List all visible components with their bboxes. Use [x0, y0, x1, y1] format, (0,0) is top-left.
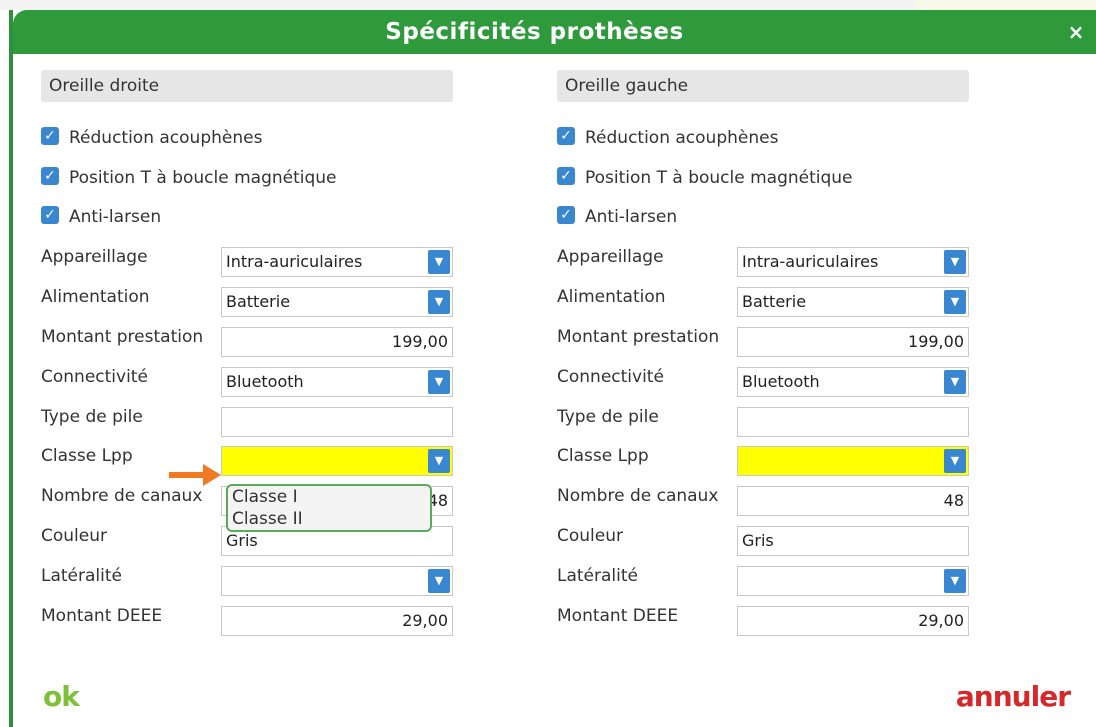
input-montant-prestation[interactable]: 199,00	[221, 327, 453, 357]
chevron-down-icon[interactable]: ▼	[428, 250, 450, 274]
label-lateralite: Latéralité	[557, 566, 638, 586]
checkbox-row-tinnitus[interactable]: ✓ Réduction acouphènes	[557, 126, 778, 150]
cancel-button[interactable]: annuler	[956, 680, 1071, 713]
chevron-down-icon[interactable]: ▼	[944, 569, 966, 593]
left-ear-header: Oreille gauche	[557, 70, 969, 102]
select-alimentation[interactable]: Batterie ▼	[737, 287, 969, 317]
chevron-down-icon[interactable]: ▼	[428, 449, 450, 473]
label-montant-prestation: Montant prestation	[41, 327, 204, 347]
checkbox-label: Anti-larsen	[585, 207, 678, 227]
checkbox-row-tcoil[interactable]: ✓ Position T à boucle magnétique	[41, 166, 337, 190]
input-montant-prestation[interactable]: 199,00	[737, 327, 969, 357]
checkmark-icon[interactable]: ✓	[41, 127, 59, 145]
label-classe-lpp: Classe Lpp	[557, 446, 649, 466]
select-classe-lpp[interactable]: ▼	[737, 446, 969, 476]
checkbox-row-tinnitus[interactable]: ✓ Réduction acouphènes	[41, 126, 262, 150]
label-alimentation: Alimentation	[41, 287, 150, 307]
checkbox-label: Réduction acouphènes	[585, 128, 779, 148]
select-lateralite[interactable]: ▼	[221, 566, 453, 596]
dropdown-option-classe-1[interactable]: Classe I	[232, 486, 430, 508]
label-montant-deee: Montant DEEE	[41, 606, 163, 626]
prosthesis-specifics-dialog: Spécificités prothèses × Oreille droite …	[9, 10, 1096, 727]
checkbox-label: Réduction acouphènes	[69, 128, 263, 148]
checkbox-label: Position T à boucle magnétique	[585, 168, 853, 188]
label-appareillage: Appareillage	[557, 247, 664, 267]
select-connectivite[interactable]: Bluetooth ▼	[737, 367, 969, 397]
orange-arrow-icon	[169, 464, 221, 486]
checkmark-icon[interactable]: ✓	[557, 206, 575, 224]
input-montant-deee[interactable]: 29,00	[737, 606, 969, 636]
input-type-pile[interactable]	[737, 407, 969, 437]
close-icon[interactable]: ×	[1062, 10, 1090, 54]
label-type-pile: Type de pile	[41, 407, 143, 427]
label-type-pile: Type de pile	[557, 407, 659, 427]
label-connectivite: Connectivité	[41, 367, 148, 387]
label-connectivite: Connectivité	[557, 367, 664, 387]
input-montant-deee[interactable]: 29,00	[221, 606, 453, 636]
input-type-pile[interactable]	[221, 407, 453, 437]
select-lateralite[interactable]: ▼	[737, 566, 969, 596]
checkmark-icon[interactable]: ✓	[557, 127, 575, 145]
chevron-down-icon[interactable]: ▼	[944, 250, 966, 274]
right-ear-header: Oreille droite	[41, 70, 453, 102]
select-connectivite[interactable]: Bluetooth ▼	[221, 367, 453, 397]
select-appareillage[interactable]: Intra-auriculaires ▼	[737, 247, 969, 277]
checkmark-icon[interactable]: ✓	[41, 167, 59, 185]
chevron-down-icon[interactable]: ▼	[944, 449, 966, 473]
label-couleur: Couleur	[41, 526, 107, 546]
input-nombre-canaux[interactable]: 48	[737, 486, 969, 516]
chevron-down-icon[interactable]: ▼	[944, 290, 966, 314]
ok-button[interactable]: ok	[43, 680, 80, 713]
select-classe-lpp[interactable]: ▼	[221, 446, 453, 476]
right-ear-panel: Oreille droite ✓ Réduction acouphènes ✓ Po…	[41, 70, 471, 650]
checkbox-row-antifeedback[interactable]: ✓ Anti-larsen	[41, 205, 161, 229]
select-value: Batterie	[742, 292, 807, 311]
select-appareillage[interactable]: Intra-auriculaires ▼	[221, 247, 453, 277]
select-value: Batterie	[226, 292, 291, 311]
checkbox-label: Position T à boucle magnétique	[69, 168, 337, 188]
label-montant-prestation: Montant prestation	[557, 327, 720, 347]
dialog-titlebar: Spécificités prothèses ×	[13, 10, 1096, 54]
select-value: Bluetooth	[226, 372, 304, 391]
select-value: Intra-auriculaires	[226, 252, 363, 271]
label-alimentation: Alimentation	[557, 287, 666, 307]
select-value: Intra-auriculaires	[742, 252, 879, 271]
label-lateralite: Latéralité	[41, 566, 122, 586]
chevron-down-icon[interactable]: ▼	[944, 370, 966, 394]
chevron-down-icon[interactable]: ▼	[428, 370, 450, 394]
dropdown-option-classe-2[interactable]: Classe II	[232, 508, 430, 530]
input-couleur[interactable]: Gris	[737, 526, 969, 556]
label-classe-lpp: Classe Lpp	[41, 446, 133, 466]
left-ear-panel: Oreille gauche ✓ Réduction acouphènes ✓ Po…	[557, 70, 987, 650]
classe-lpp-dropdown-list: Classe I Classe II	[226, 484, 432, 532]
label-appareillage: Appareillage	[41, 247, 148, 267]
label-couleur: Couleur	[557, 526, 623, 546]
checkbox-row-antifeedback[interactable]: ✓ Anti-larsen	[557, 205, 677, 229]
checkbox-row-tcoil[interactable]: ✓ Position T à boucle magnétique	[557, 166, 853, 190]
dialog-title: Spécificités prothèses	[385, 19, 684, 45]
label-montant-deee: Montant DEEE	[557, 606, 679, 626]
chevron-down-icon[interactable]: ▼	[428, 290, 450, 314]
checkmark-icon[interactable]: ✓	[557, 167, 575, 185]
select-alimentation[interactable]: Batterie ▼	[221, 287, 453, 317]
label-nombre-canaux: Nombre de canaux	[557, 486, 719, 506]
checkmark-icon[interactable]: ✓	[41, 206, 59, 224]
select-value: Bluetooth	[742, 372, 820, 391]
checkbox-label: Anti-larsen	[69, 207, 162, 227]
chevron-down-icon[interactable]: ▼	[428, 569, 450, 593]
